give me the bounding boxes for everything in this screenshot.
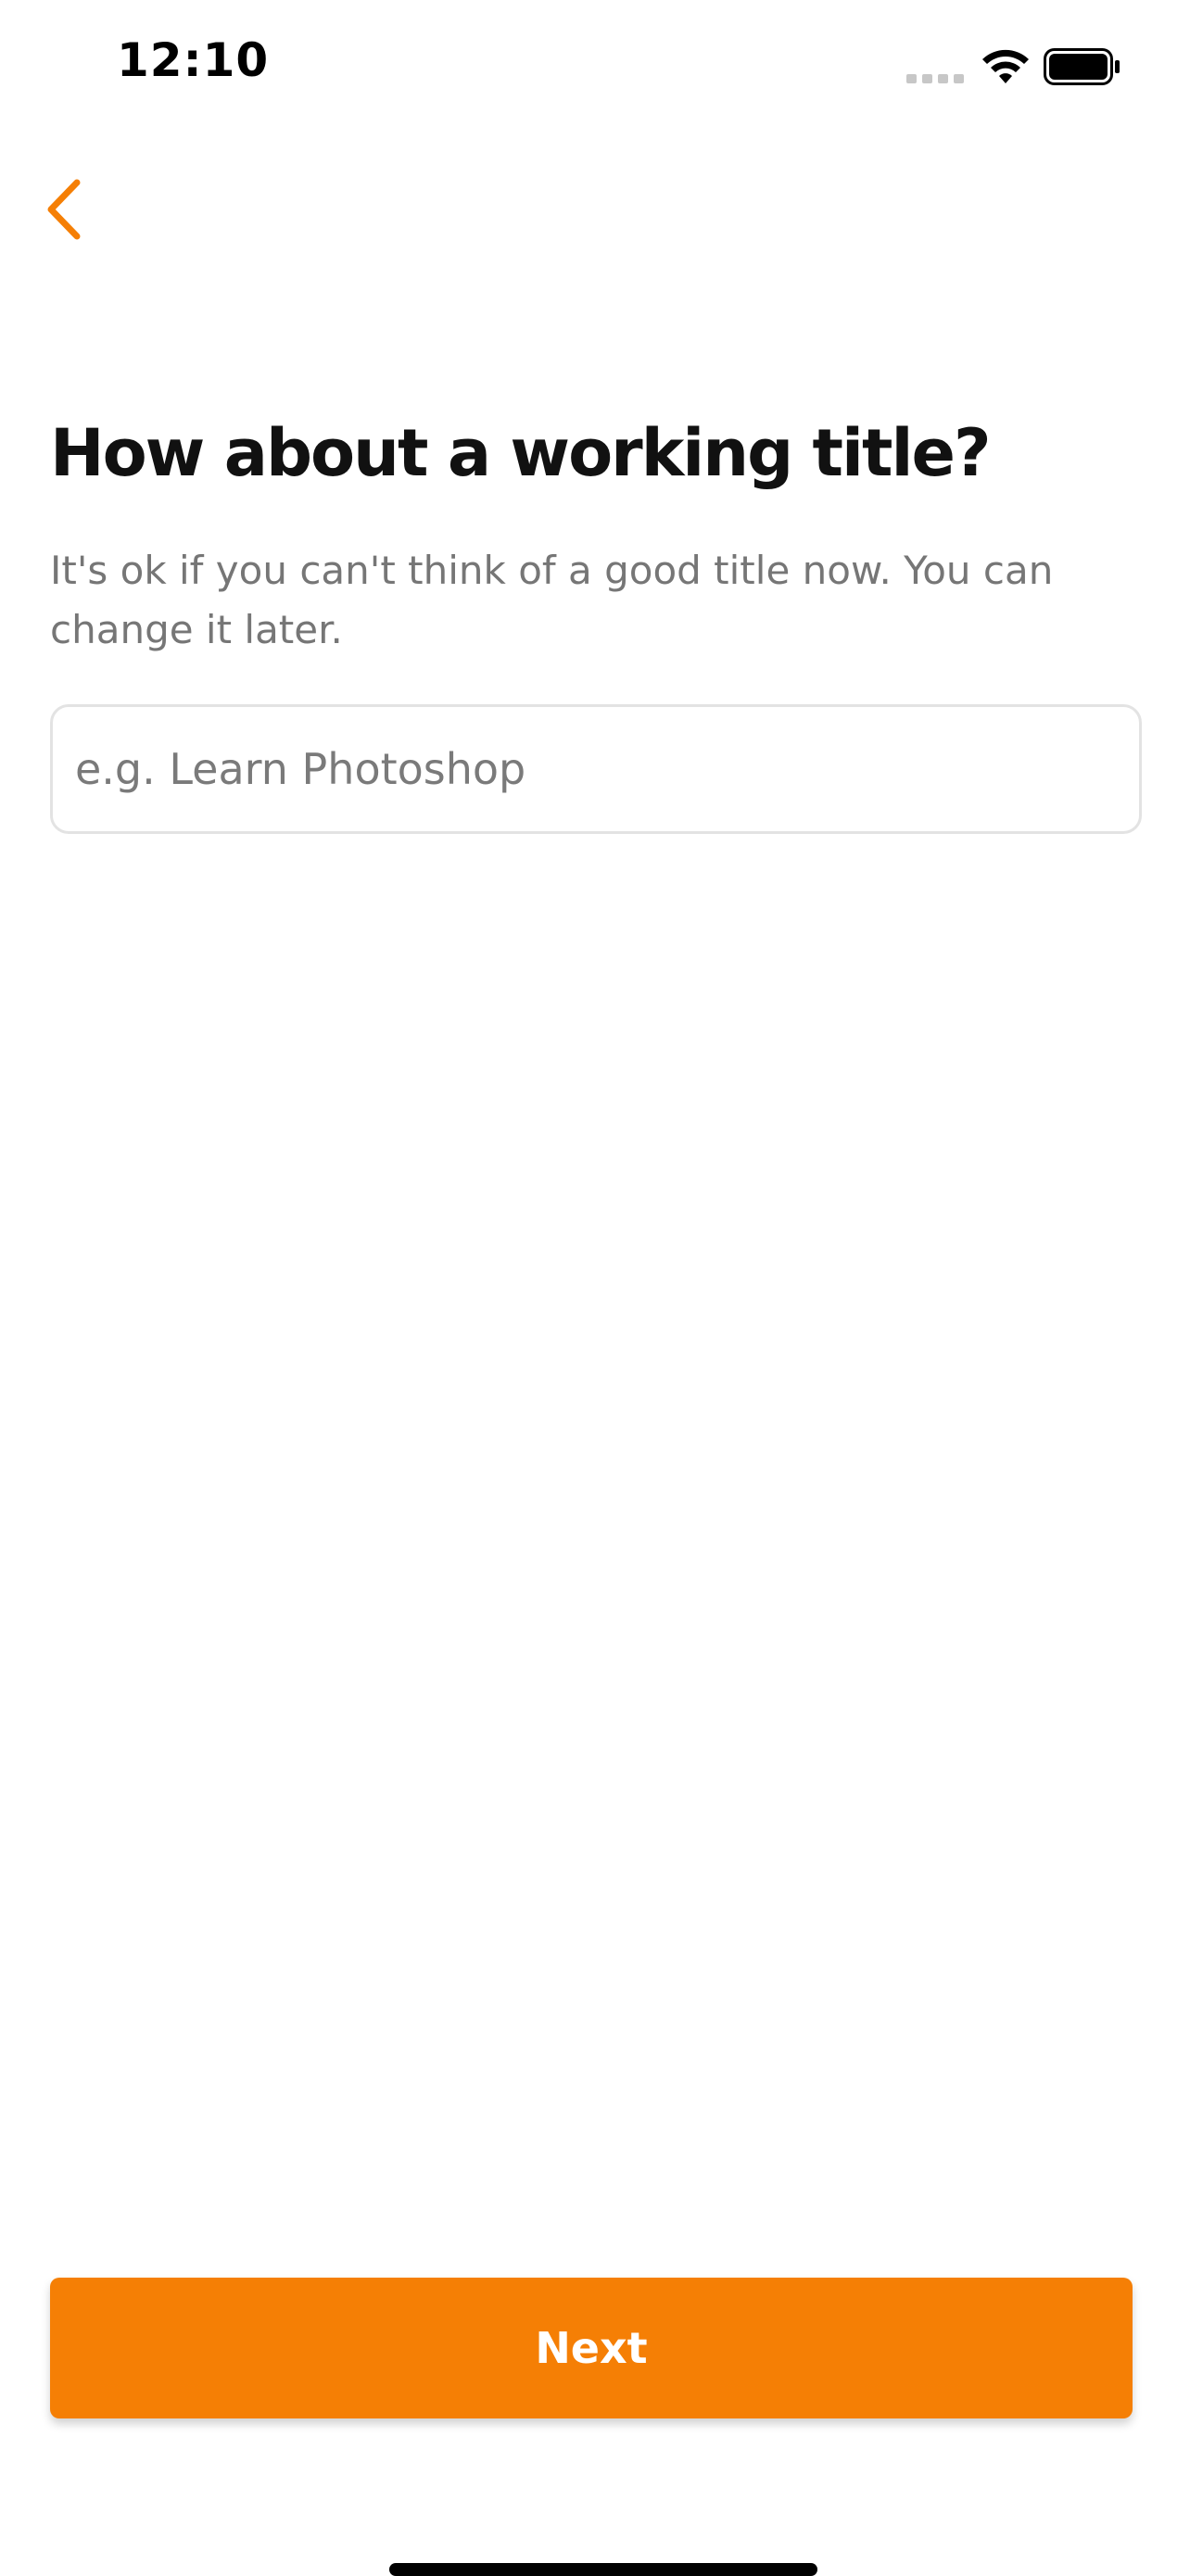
status-bar: 12:10 [0, 0, 1190, 130]
status-time: 12:10 [117, 33, 270, 87]
chevron-left-icon [47, 179, 81, 240]
wifi-icon [982, 49, 1029, 83]
back-button[interactable] [32, 172, 96, 246]
page-subtitle: It's ok if you can't think of a good tit… [50, 548, 1054, 652]
next-button[interactable]: Next [50, 2278, 1133, 2418]
page-title: How about a working title? [50, 415, 992, 491]
working-title-input[interactable] [50, 704, 1142, 834]
battery-icon [1044, 48, 1120, 85]
cellular-signal-icon [906, 74, 966, 83]
